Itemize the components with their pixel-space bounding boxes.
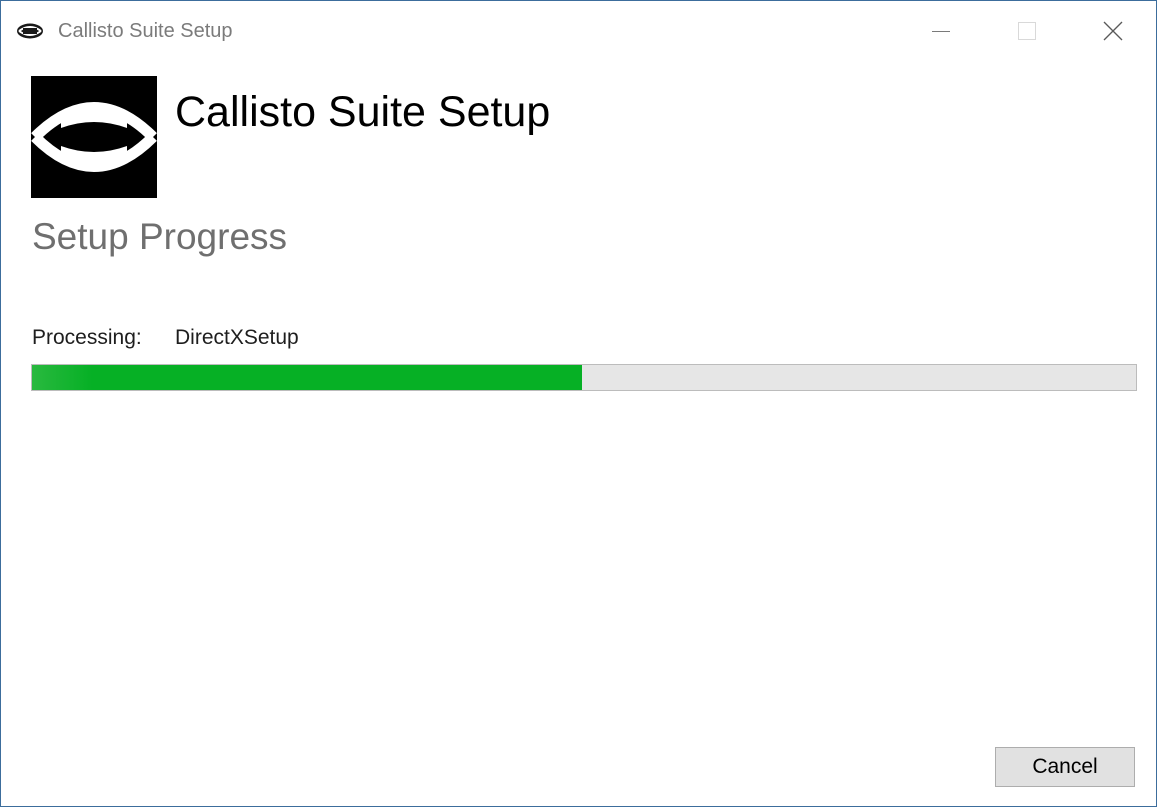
minimize-icon [932,31,950,32]
callisto-logo [31,76,157,198]
title-bar[interactable]: Callisto Suite Setup [1,1,1156,61]
app-icon [17,23,43,39]
maximize-button [998,1,1056,61]
setup-window: Callisto Suite Setup Callisto Suite Setu [0,0,1157,807]
close-button[interactable] [1084,1,1142,61]
processing-value: DirectXSetup [175,326,299,349]
app-title: Callisto Suite Setup [175,88,551,136]
logo-emblem-icon [31,102,157,172]
minimize-button[interactable] [912,1,970,61]
close-icon [1103,21,1123,41]
window-title: Callisto Suite Setup [58,20,233,42]
progress-bar [31,364,1137,391]
processing-label: Processing: [32,326,142,349]
maximize-icon [1018,22,1036,40]
section-title: Setup Progress [32,216,288,257]
progress-fill [32,365,582,390]
cancel-button[interactable]: Cancel [995,747,1135,787]
